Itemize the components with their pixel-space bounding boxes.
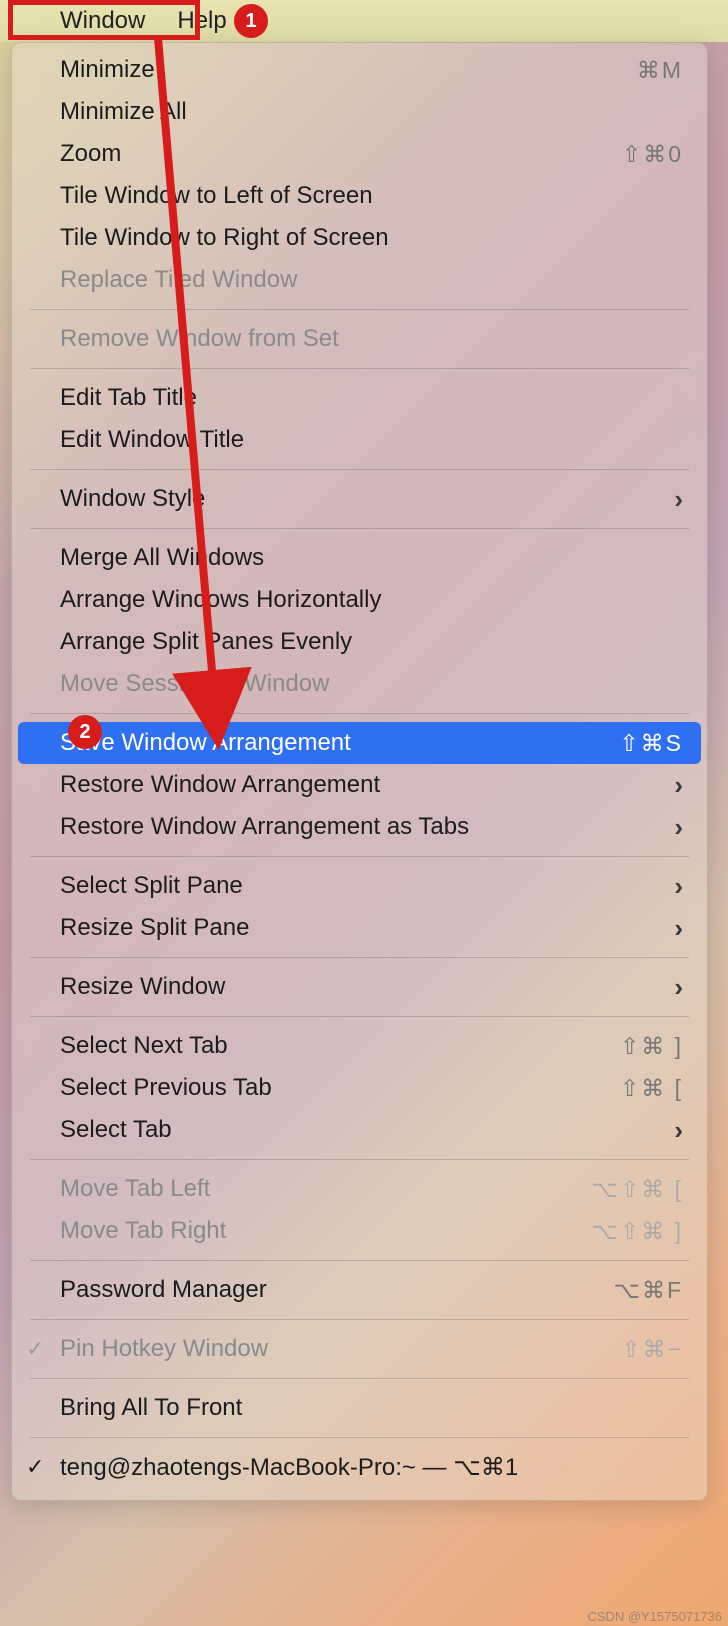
- menu-item-pin-hotkey-window: ✓ Pin Hotkey Window ⇧⌘−: [12, 1328, 707, 1370]
- menu-item-shortcut: ⌥⌘F: [613, 1277, 683, 1304]
- menu-item-select-split-pane[interactable]: Select Split Pane ›: [12, 865, 707, 907]
- annotation-badge-1: 1: [234, 4, 268, 38]
- menu-item-tile-left[interactable]: Tile Window to Left of Screen: [12, 175, 707, 217]
- menu-item-label: Arrange Split Panes Evenly: [60, 628, 683, 656]
- menu-item-resize-window[interactable]: Resize Window ›: [12, 966, 707, 1008]
- menu-item-label: Replace Tiled Window: [60, 266, 683, 294]
- menu-item-shortcut: ⇧⌘S: [619, 730, 683, 757]
- menu-item-save-window-arrangement[interactable]: Save Window Arrangement ⇧⌘S: [18, 722, 701, 764]
- menu-item-move-tab-right: Move Tab Right ⌥⇧⌘ ]: [12, 1210, 707, 1252]
- menu-separator: [30, 1319, 689, 1320]
- menu-item-shortcut: ⌘M: [637, 57, 683, 84]
- menu-item-move-session-to-window: Move Session to Window: [12, 663, 707, 705]
- menu-separator: [30, 713, 689, 714]
- chevron-right-icon: ›: [674, 1115, 683, 1146]
- menubar: Window Help: [0, 0, 728, 42]
- menu-item-label: Restore Window Arrangement: [60, 771, 666, 799]
- menu-item-shortcut: ⌥⇧⌘ [: [591, 1176, 683, 1203]
- menu-item-shortcut: ⇧⌘0: [622, 141, 683, 168]
- annotation-badge-2: 2: [68, 715, 102, 749]
- menu-item-zoom[interactable]: Zoom ⇧⌘0: [12, 133, 707, 175]
- menu-item-label: Move Tab Right: [60, 1217, 591, 1245]
- menu-item-label: Window Style: [60, 485, 666, 513]
- menu-separator: [30, 856, 689, 857]
- chevron-right-icon: ›: [674, 871, 683, 902]
- menu-item-label: Remove Window from Set: [60, 325, 683, 353]
- menu-item-label: Select Split Pane: [60, 872, 666, 900]
- menu-item-shortcut: ⇧⌘ [: [620, 1075, 683, 1102]
- menu-separator: [30, 309, 689, 310]
- menu-item-window-style[interactable]: Window Style ›: [12, 478, 707, 520]
- menu-item-edit-tab-title[interactable]: Edit Tab Title: [12, 377, 707, 419]
- menu-item-remove-from-set: Remove Window from Set: [12, 318, 707, 360]
- menubar-item-window[interactable]: Window: [44, 7, 161, 35]
- menu-item-label: Tile Window to Left of Screen: [60, 182, 683, 210]
- menu-item-replace-tiled: Replace Tiled Window: [12, 259, 707, 301]
- menu-item-move-tab-left: Move Tab Left ⌥⇧⌘ [: [12, 1168, 707, 1210]
- chevron-right-icon: ›: [674, 484, 683, 515]
- chevron-right-icon: ›: [674, 812, 683, 843]
- menu-item-restore-arrangement-tabs[interactable]: Restore Window Arrangement as Tabs ›: [12, 806, 707, 848]
- menu-item-label: Edit Window Title: [60, 426, 683, 454]
- menu-item-minimize[interactable]: Minimize ⌘M: [12, 49, 707, 91]
- menu-item-label: Zoom: [60, 140, 622, 168]
- menu-item-label: Minimize All: [60, 98, 683, 126]
- menu-item-label: Password Manager: [60, 1276, 613, 1304]
- menu-item-select-previous-tab[interactable]: Select Previous Tab ⇧⌘ [: [12, 1067, 707, 1109]
- menu-item-restore-arrangement[interactable]: Restore Window Arrangement ›: [12, 764, 707, 806]
- chevron-right-icon: ›: [674, 972, 683, 1003]
- menu-separator: [30, 469, 689, 470]
- menubar-item-help[interactable]: Help: [161, 7, 242, 35]
- menu-item-shortcut: ⇧⌘−: [621, 1336, 683, 1363]
- menu-item-label: Edit Tab Title: [60, 384, 683, 412]
- menu-separator: [30, 368, 689, 369]
- menu-item-shortcut: ⌥⇧⌘ ]: [591, 1218, 683, 1245]
- menu-item-password-manager[interactable]: Password Manager ⌥⌘F: [12, 1269, 707, 1311]
- menu-separator: [30, 1437, 689, 1438]
- menu-item-label: Restore Window Arrangement as Tabs: [60, 813, 666, 841]
- menu-item-label: Select Tab: [60, 1116, 666, 1144]
- menu-item-label: Select Previous Tab: [60, 1074, 620, 1102]
- menu-item-label: Bring All To Front: [60, 1394, 683, 1422]
- menu-item-label: Move Session to Window: [60, 670, 683, 698]
- menu-item-arrange-horizontally[interactable]: Arrange Windows Horizontally: [12, 579, 707, 621]
- menu-separator: [30, 957, 689, 958]
- menu-item-label: Pin Hotkey Window: [60, 1335, 621, 1363]
- check-icon: ✓: [26, 1454, 44, 1480]
- menu-item-tile-right[interactable]: Tile Window to Right of Screen: [12, 217, 707, 259]
- menu-item-label: Minimize: [60, 56, 637, 84]
- menu-item-bring-all-to-front[interactable]: Bring All To Front: [12, 1387, 707, 1429]
- menu-item-arrange-split-evenly[interactable]: Arrange Split Panes Evenly: [12, 621, 707, 663]
- menu-separator: [30, 1260, 689, 1261]
- menu-item-select-next-tab[interactable]: Select Next Tab ⇧⌘ ]: [12, 1025, 707, 1067]
- chevron-right-icon: ›: [674, 913, 683, 944]
- menu-item-label: Merge All Windows: [60, 544, 683, 572]
- menu-separator: [30, 528, 689, 529]
- menu-item-resize-split-pane[interactable]: Resize Split Pane ›: [12, 907, 707, 949]
- menu-item-label: Resize Window: [60, 973, 666, 1001]
- menu-item-select-tab[interactable]: Select Tab ›: [12, 1109, 707, 1151]
- check-icon: ✓: [26, 1336, 44, 1362]
- menu-item-shortcut: ⇧⌘ ]: [620, 1033, 683, 1060]
- menu-item-merge-all-windows[interactable]: Merge All Windows: [12, 537, 707, 579]
- menu-item-label: Tile Window to Right of Screen: [60, 224, 683, 252]
- menu-item-label: Resize Split Pane: [60, 914, 666, 942]
- menu-separator: [30, 1159, 689, 1160]
- menu-item-minimize-all[interactable]: Minimize All: [12, 91, 707, 133]
- window-menu-dropdown: Minimize ⌘M Minimize All Zoom ⇧⌘0 Tile W…: [11, 42, 708, 1501]
- menu-item-session[interactable]: ✓ teng@zhaotengs-MacBook-Pro:~ — ⌥⌘1: [12, 1446, 707, 1488]
- menu-item-label: Save Window Arrangement: [60, 729, 619, 757]
- menu-item-label: teng@zhaotengs-MacBook-Pro:~ — ⌥⌘1: [60, 1453, 683, 1482]
- menu-separator: [30, 1378, 689, 1379]
- menu-separator: [30, 1016, 689, 1017]
- chevron-right-icon: ›: [674, 770, 683, 801]
- menu-item-label: Move Tab Left: [60, 1175, 591, 1203]
- menu-item-label: Select Next Tab: [60, 1032, 620, 1060]
- menu-item-edit-window-title[interactable]: Edit Window Title: [12, 419, 707, 461]
- menu-item-label: Arrange Windows Horizontally: [60, 586, 683, 614]
- watermark-text: CSDN @Y1575071736: [587, 1609, 722, 1624]
